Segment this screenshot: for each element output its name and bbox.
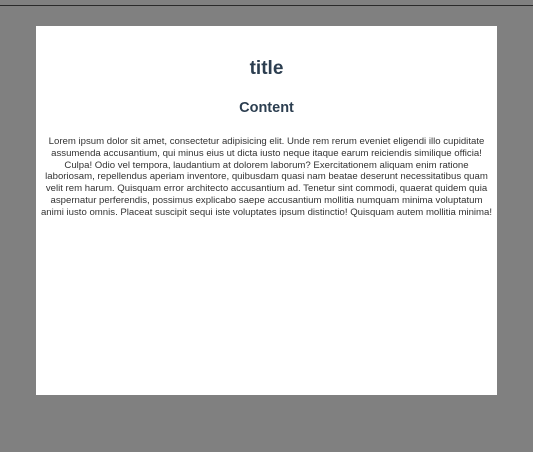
body-text: Lorem ipsum dolor sit amet, consectetur … (40, 136, 493, 218)
content-card: title Content Lorem ipsum dolor sit amet… (36, 26, 497, 395)
page-title: title (249, 58, 284, 79)
top-border (0, 0, 533, 11)
content-heading: Content (239, 100, 294, 116)
